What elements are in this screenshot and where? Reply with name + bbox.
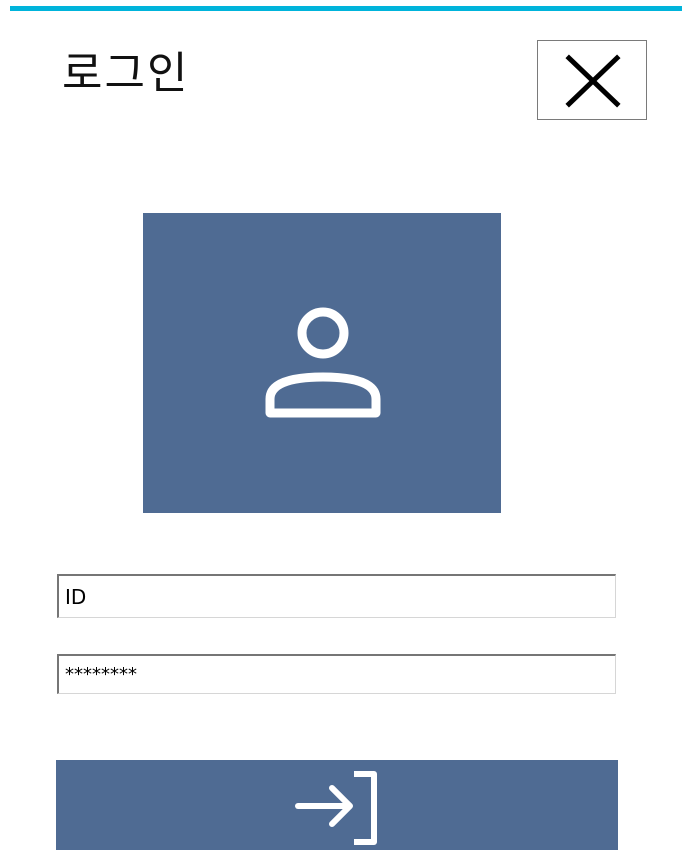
user-icon bbox=[265, 307, 381, 418]
sign-in-icon bbox=[295, 771, 377, 845]
close-button[interactable] bbox=[537, 40, 647, 120]
top-accent-bar bbox=[10, 6, 682, 11]
id-field[interactable] bbox=[57, 574, 616, 618]
dialog-title: 로그인 bbox=[62, 48, 190, 99]
close-icon bbox=[565, 54, 621, 108]
login-button[interactable] bbox=[56, 760, 618, 850]
avatar-tile bbox=[143, 213, 501, 513]
password-field[interactable] bbox=[57, 654, 616, 694]
